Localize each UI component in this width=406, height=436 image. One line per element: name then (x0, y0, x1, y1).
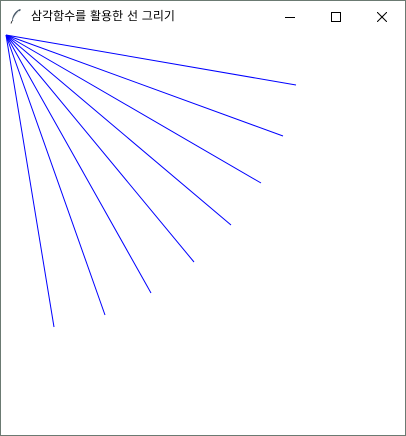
minimize-button[interactable] (267, 1, 313, 32)
window-title: 삼각함수를 활용한 선 그리기 (31, 9, 175, 23)
close-icon (377, 11, 387, 22)
title-bar[interactable]: 삼각함수를 활용한 선 그리기 (1, 1, 405, 32)
feather-icon (9, 8, 23, 24)
line-drawing-canvas (5, 34, 297, 328)
maximize-button[interactable] (313, 1, 359, 32)
close-button[interactable] (359, 1, 405, 32)
fan-line (5, 34, 152, 294)
app-window: 삼각함수를 활용한 선 그리기 (0, 0, 406, 436)
drawing-area[interactable] (1, 32, 405, 435)
minimize-icon (285, 12, 295, 22)
fan-line (5, 34, 55, 328)
maximize-icon (331, 11, 341, 22)
